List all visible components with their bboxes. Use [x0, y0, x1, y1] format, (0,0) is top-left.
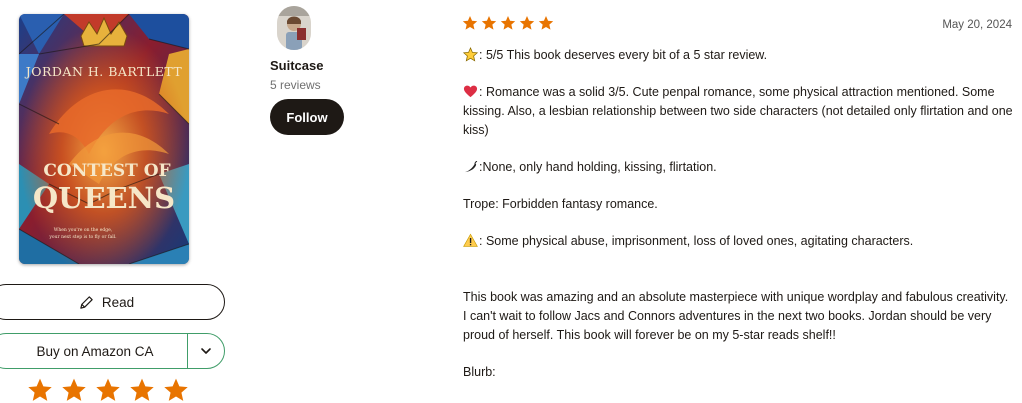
cover-tagline-line2: your next step is to fly or fall.	[48, 234, 117, 240]
rating-star-1[interactable]	[27, 377, 53, 403]
follow-button[interactable]: Follow	[270, 99, 344, 135]
rating-star-5[interactable]	[163, 377, 189, 403]
review-romance-line: : Romance was a solid 3/5. Cute penpal r…	[463, 85, 1013, 137]
review-blurb-label: Blurb:	[463, 365, 496, 379]
read-button-label: Read	[101, 294, 135, 310]
warning-emoji-icon	[463, 233, 478, 247]
review-spice-line: :None, only hand holding, kissing, flirt…	[463, 158, 1013, 177]
review-summary: This book was amazing and an absolute ma…	[463, 290, 1009, 342]
chili-pepper-emoji-icon	[464, 161, 478, 173]
book-cover-art: JORDAN H. BARTLETT CONTEST OF QUEENS Whe…	[19, 14, 189, 264]
cover-title-line1: CONTEST OF	[43, 161, 170, 181]
rating-star-4[interactable]	[129, 377, 155, 403]
reviewer-avatar[interactable]	[277, 6, 311, 50]
reviewer-name[interactable]: Suitcase	[270, 58, 323, 73]
buy-options-dropdown[interactable]	[188, 334, 224, 368]
review-text: : 5/5 This book deserves every bit of a …	[463, 46, 1013, 382]
review-star-icon	[481, 16, 497, 30]
buy-button-label: Buy on Amazon CA	[36, 343, 154, 359]
review-star-icon	[519, 16, 535, 30]
review-warning-line: : Some physical abuse, imprisonment, los…	[463, 232, 1013, 251]
review-star-icon	[500, 16, 516, 30]
review-date[interactable]: May 20, 2024	[942, 19, 1012, 31]
cover-author: JORDAN H. BARTLETT	[24, 64, 183, 79]
avatar-image	[277, 6, 311, 50]
review-rating-line: : 5/5 This book deserves every bit of a …	[463, 46, 1013, 65]
book-review-page: JORDAN H. BARTLETT CONTEST OF QUEENS Whe…	[0, 0, 1022, 403]
review-star-icon	[538, 16, 554, 30]
read-button[interactable]: Read	[0, 284, 225, 320]
cover-title-line2: QUEENS	[33, 181, 175, 215]
buy-on-amazon-button[interactable]: Buy on Amazon CA	[0, 334, 187, 368]
rating-star-3[interactable]	[95, 377, 121, 403]
red-heart-emoji-icon	[463, 85, 478, 98]
rating-star-2[interactable]	[61, 377, 87, 403]
review-trope-line: Trope: Forbidden fantasy romance.	[463, 197, 658, 211]
review-star-icon	[462, 16, 478, 30]
follow-button-label: Follow	[286, 109, 328, 125]
star-emoji-icon	[463, 47, 478, 62]
pencil-icon	[80, 295, 93, 309]
book-cover[interactable]: JORDAN H. BARTLETT CONTEST OF QUEENS Whe…	[19, 14, 189, 264]
reviewer-review-count: 5 reviews	[270, 78, 321, 92]
review-rating-stars	[462, 15, 554, 31]
rate-this-book-stars	[27, 377, 189, 403]
buy-button-group: Buy on Amazon CA	[0, 333, 225, 369]
cover-tagline-line1: When you're on the edge,	[54, 227, 113, 233]
chevron-down-icon	[201, 348, 211, 354]
